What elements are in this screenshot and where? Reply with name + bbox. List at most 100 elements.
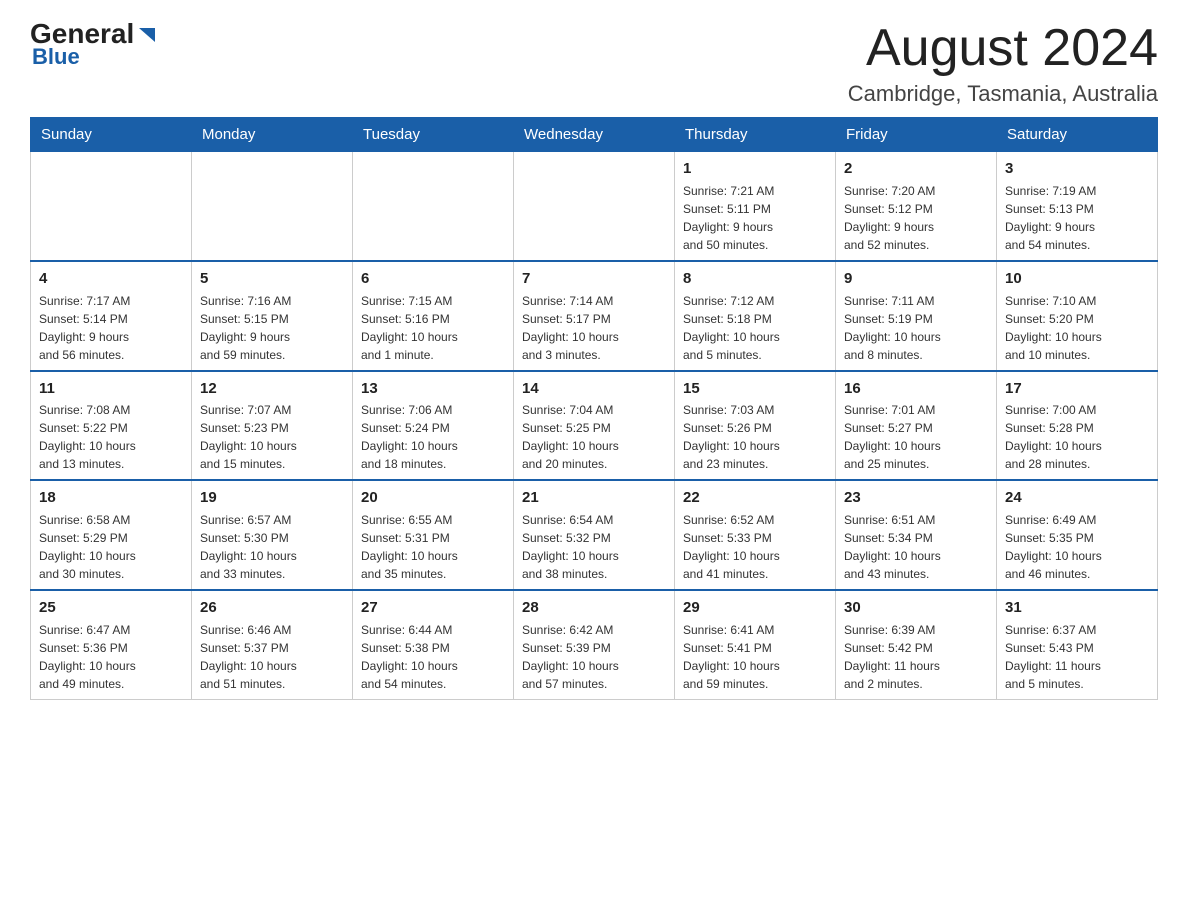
day-number: 24 [1005, 487, 1149, 509]
day-info: Sunrise: 6:42 AMSunset: 5:39 PMDaylight:… [522, 621, 666, 693]
day-number: 18 [39, 487, 183, 509]
calendar-location: Cambridge, Tasmania, Australia [848, 81, 1158, 107]
calendar-cell [192, 152, 353, 261]
day-number: 25 [39, 597, 183, 619]
day-number: 2 [844, 158, 988, 180]
page-header: General Blue August 2024 Cambridge, Tasm… [30, 20, 1158, 107]
day-info: Sunrise: 7:08 AMSunset: 5:22 PMDaylight:… [39, 401, 183, 473]
calendar-cell [31, 152, 192, 261]
calendar-week-row: 25Sunrise: 6:47 AMSunset: 5:36 PMDayligh… [31, 590, 1158, 699]
day-info: Sunrise: 7:16 AMSunset: 5:15 PMDaylight:… [200, 292, 344, 364]
day-info: Sunrise: 7:10 AMSunset: 5:20 PMDaylight:… [1005, 292, 1149, 364]
calendar-cell: 30Sunrise: 6:39 AMSunset: 5:42 PMDayligh… [836, 590, 997, 699]
day-of-week-header: Thursday [675, 118, 836, 152]
day-of-week-header: Wednesday [514, 118, 675, 152]
day-of-week-header: Tuesday [353, 118, 514, 152]
day-number: 17 [1005, 378, 1149, 400]
calendar-cell: 3Sunrise: 7:19 AMSunset: 5:13 PMDaylight… [997, 152, 1158, 261]
day-number: 12 [200, 378, 344, 400]
day-number: 10 [1005, 268, 1149, 290]
day-info: Sunrise: 6:58 AMSunset: 5:29 PMDaylight:… [39, 511, 183, 583]
day-info: Sunrise: 6:44 AMSunset: 5:38 PMDaylight:… [361, 621, 505, 693]
calendar-cell: 13Sunrise: 7:06 AMSunset: 5:24 PMDayligh… [353, 371, 514, 481]
calendar-cell: 18Sunrise: 6:58 AMSunset: 5:29 PMDayligh… [31, 480, 192, 590]
day-info: Sunrise: 7:00 AMSunset: 5:28 PMDaylight:… [1005, 401, 1149, 473]
day-number: 4 [39, 268, 183, 290]
calendar-cell: 4Sunrise: 7:17 AMSunset: 5:14 PMDaylight… [31, 261, 192, 371]
calendar-cell: 5Sunrise: 7:16 AMSunset: 5:15 PMDaylight… [192, 261, 353, 371]
day-number: 14 [522, 378, 666, 400]
day-info: Sunrise: 6:39 AMSunset: 5:42 PMDaylight:… [844, 621, 988, 693]
calendar-cell [514, 152, 675, 261]
calendar-week-row: 1Sunrise: 7:21 AMSunset: 5:11 PMDaylight… [31, 152, 1158, 261]
day-number: 21 [522, 487, 666, 509]
day-number: 8 [683, 268, 827, 290]
day-info: Sunrise: 7:07 AMSunset: 5:23 PMDaylight:… [200, 401, 344, 473]
day-info: Sunrise: 7:17 AMSunset: 5:14 PMDaylight:… [39, 292, 183, 364]
calendar-cell: 10Sunrise: 7:10 AMSunset: 5:20 PMDayligh… [997, 261, 1158, 371]
calendar-cell: 2Sunrise: 7:20 AMSunset: 5:12 PMDaylight… [836, 152, 997, 261]
calendar-cell: 24Sunrise: 6:49 AMSunset: 5:35 PMDayligh… [997, 480, 1158, 590]
day-number: 22 [683, 487, 827, 509]
day-number: 13 [361, 378, 505, 400]
calendar-week-row: 18Sunrise: 6:58 AMSunset: 5:29 PMDayligh… [31, 480, 1158, 590]
day-info: Sunrise: 7:06 AMSunset: 5:24 PMDaylight:… [361, 401, 505, 473]
calendar-cell: 6Sunrise: 7:15 AMSunset: 5:16 PMDaylight… [353, 261, 514, 371]
day-info: Sunrise: 7:04 AMSunset: 5:25 PMDaylight:… [522, 401, 666, 473]
calendar-cell: 16Sunrise: 7:01 AMSunset: 5:27 PMDayligh… [836, 371, 997, 481]
day-number: 15 [683, 378, 827, 400]
day-number: 6 [361, 268, 505, 290]
day-info: Sunrise: 6:51 AMSunset: 5:34 PMDaylight:… [844, 511, 988, 583]
day-number: 11 [39, 378, 183, 400]
day-info: Sunrise: 6:41 AMSunset: 5:41 PMDaylight:… [683, 621, 827, 693]
day-info: Sunrise: 7:12 AMSunset: 5:18 PMDaylight:… [683, 292, 827, 364]
day-info: Sunrise: 6:54 AMSunset: 5:32 PMDaylight:… [522, 511, 666, 583]
calendar-cell: 17Sunrise: 7:00 AMSunset: 5:28 PMDayligh… [997, 371, 1158, 481]
day-info: Sunrise: 6:55 AMSunset: 5:31 PMDaylight:… [361, 511, 505, 583]
day-info: Sunrise: 7:15 AMSunset: 5:16 PMDaylight:… [361, 292, 505, 364]
calendar-cell: 29Sunrise: 6:41 AMSunset: 5:41 PMDayligh… [675, 590, 836, 699]
calendar-cell: 9Sunrise: 7:11 AMSunset: 5:19 PMDaylight… [836, 261, 997, 371]
day-number: 16 [844, 378, 988, 400]
logo-triangle-icon [135, 24, 157, 46]
day-number: 31 [1005, 597, 1149, 619]
day-info: Sunrise: 6:46 AMSunset: 5:37 PMDaylight:… [200, 621, 344, 693]
calendar-title: August 2024 [848, 20, 1158, 77]
day-info: Sunrise: 7:01 AMSunset: 5:27 PMDaylight:… [844, 401, 988, 473]
day-number: 23 [844, 487, 988, 509]
calendar-cell: 8Sunrise: 7:12 AMSunset: 5:18 PMDaylight… [675, 261, 836, 371]
day-number: 30 [844, 597, 988, 619]
day-number: 7 [522, 268, 666, 290]
day-number: 19 [200, 487, 344, 509]
day-number: 27 [361, 597, 505, 619]
calendar-cell: 7Sunrise: 7:14 AMSunset: 5:17 PMDaylight… [514, 261, 675, 371]
calendar-cell [353, 152, 514, 261]
calendar-cell: 31Sunrise: 6:37 AMSunset: 5:43 PMDayligh… [997, 590, 1158, 699]
calendar-table: SundayMondayTuesdayWednesdayThursdayFrid… [30, 117, 1158, 700]
calendar-cell: 15Sunrise: 7:03 AMSunset: 5:26 PMDayligh… [675, 371, 836, 481]
calendar-cell: 21Sunrise: 6:54 AMSunset: 5:32 PMDayligh… [514, 480, 675, 590]
calendar-cell: 12Sunrise: 7:07 AMSunset: 5:23 PMDayligh… [192, 371, 353, 481]
day-info: Sunrise: 7:20 AMSunset: 5:12 PMDaylight:… [844, 182, 988, 254]
day-of-week-header: Sunday [31, 118, 192, 152]
day-info: Sunrise: 6:49 AMSunset: 5:35 PMDaylight:… [1005, 511, 1149, 583]
day-of-week-header: Friday [836, 118, 997, 152]
day-info: Sunrise: 7:21 AMSunset: 5:11 PMDaylight:… [683, 182, 827, 254]
calendar-cell: 19Sunrise: 6:57 AMSunset: 5:30 PMDayligh… [192, 480, 353, 590]
day-info: Sunrise: 6:52 AMSunset: 5:33 PMDaylight:… [683, 511, 827, 583]
day-of-week-header: Monday [192, 118, 353, 152]
day-info: Sunrise: 7:03 AMSunset: 5:26 PMDaylight:… [683, 401, 827, 473]
title-block: August 2024 Cambridge, Tasmania, Austral… [848, 20, 1158, 107]
calendar-cell: 11Sunrise: 7:08 AMSunset: 5:22 PMDayligh… [31, 371, 192, 481]
day-info: Sunrise: 6:37 AMSunset: 5:43 PMDaylight:… [1005, 621, 1149, 693]
day-number: 20 [361, 487, 505, 509]
day-number: 3 [1005, 158, 1149, 180]
day-number: 9 [844, 268, 988, 290]
logo: General Blue [30, 20, 157, 70]
calendar-cell: 26Sunrise: 6:46 AMSunset: 5:37 PMDayligh… [192, 590, 353, 699]
day-number: 26 [200, 597, 344, 619]
day-of-week-header: Saturday [997, 118, 1158, 152]
day-number: 5 [200, 268, 344, 290]
calendar-week-row: 11Sunrise: 7:08 AMSunset: 5:22 PMDayligh… [31, 371, 1158, 481]
calendar-week-row: 4Sunrise: 7:17 AMSunset: 5:14 PMDaylight… [31, 261, 1158, 371]
